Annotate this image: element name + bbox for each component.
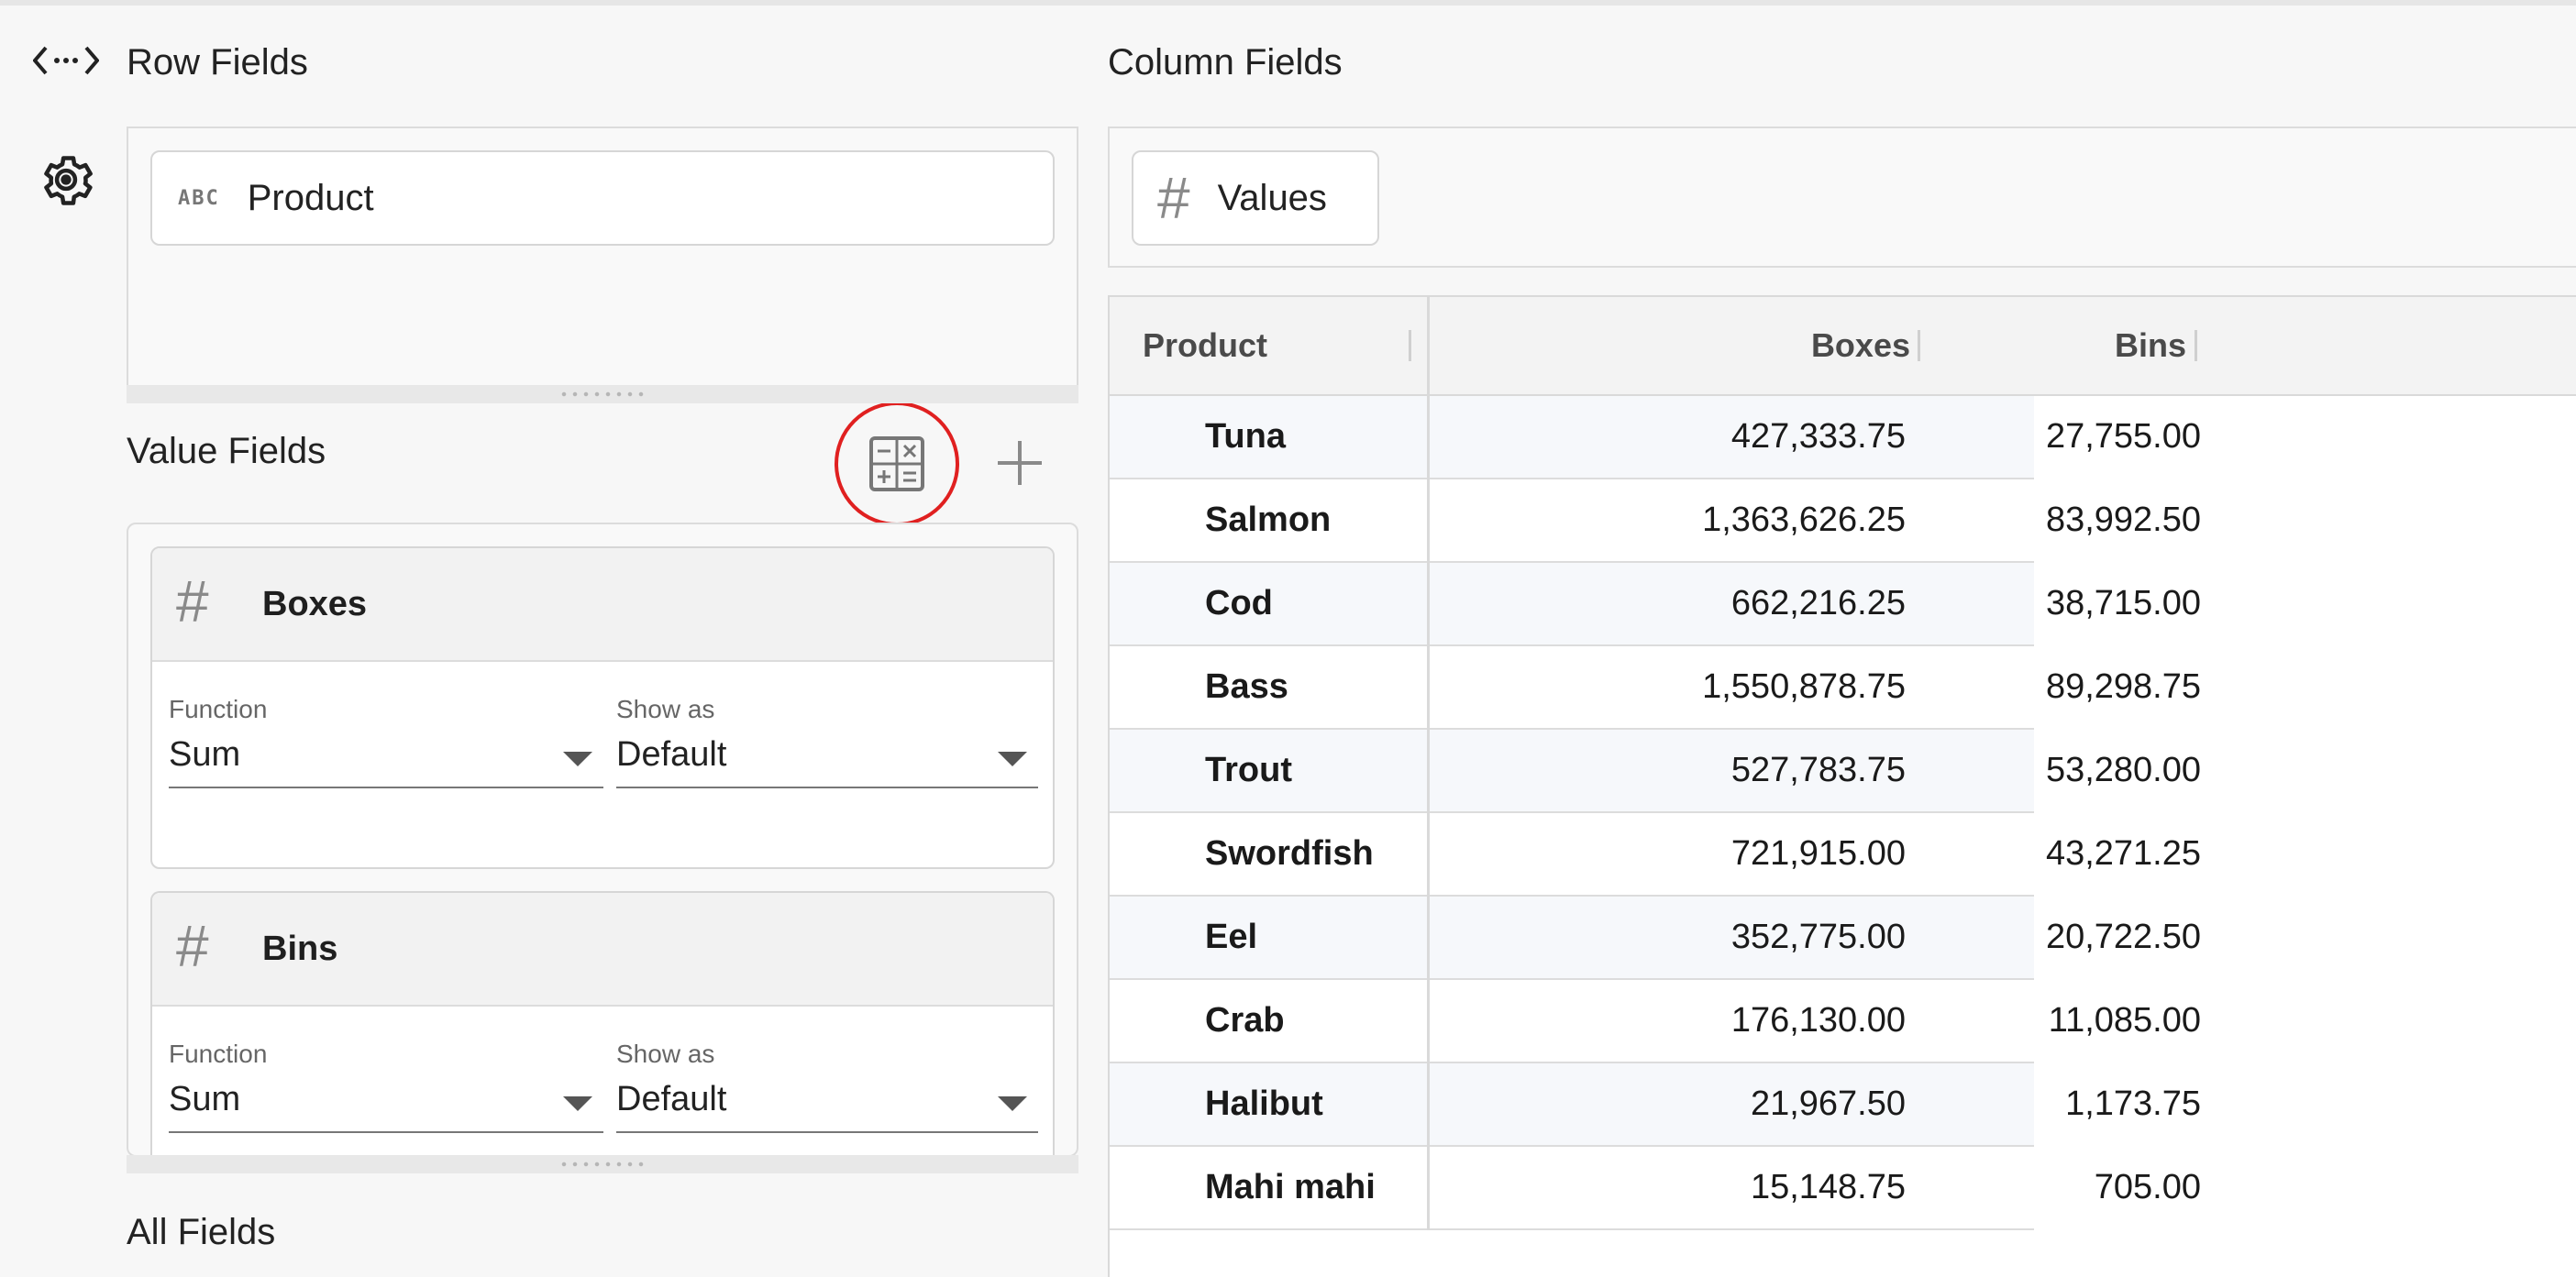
- chevron-down-icon: [563, 752, 592, 766]
- show-as-select[interactable]: Default: [616, 1073, 1038, 1133]
- table-row[interactable]: Bass 1,550,878.75 89,298.75: [1108, 646, 2201, 730]
- all-fields-title: All Fields: [127, 1212, 276, 1252]
- value-fields-title: Value Fields: [127, 431, 326, 471]
- bins-cell: 705.00: [2094, 1168, 2201, 1206]
- value-field-header: # Bins: [152, 893, 1053, 1007]
- boxes-cell: 527,783.75: [1730, 751, 1906, 789]
- function-value: Sum: [169, 735, 241, 774]
- boxes-cell: 721,915.00: [1730, 834, 1906, 873]
- number-type-icon: #: [1157, 165, 1190, 231]
- row-header-cell: Cod: [1205, 584, 1273, 622]
- value-field-card-boxes[interactable]: # Boxes Function Sum Show as Default: [150, 546, 1055, 869]
- table-row[interactable]: Tuna 427,333.75 27,755.00: [1108, 396, 2201, 479]
- show-as-select[interactable]: Default: [616, 728, 1038, 788]
- table-row[interactable]: Salmon 1,363,626.25 83,992.50: [1108, 479, 2201, 563]
- boxes-cell: 662,216.25: [1730, 584, 1906, 622]
- number-type-icon: #: [176, 568, 209, 634]
- row-fields-title: Row Fields: [127, 42, 308, 83]
- row-header-cell: Mahi mahi: [1205, 1168, 1376, 1206]
- table-row[interactable]: Mahi mahi 15,148.75 705.00: [1108, 1147, 2201, 1230]
- boxes-cell: 352,775.00: [1730, 918, 1906, 956]
- column-field-label: Values: [1217, 177, 1327, 218]
- row-header-cell: Trout: [1205, 751, 1292, 789]
- boxes-cell: 427,333.75: [1730, 417, 1906, 456]
- value-fields-dropzone[interactable]: # Boxes Function Sum Show as Default # B…: [127, 523, 1078, 1157]
- boxes-cell: 1,363,626.25: [1702, 501, 1906, 539]
- bins-cell: 53,280.00: [2045, 751, 2201, 789]
- function-select[interactable]: Sum: [169, 1073, 603, 1133]
- chevron-down-icon: [563, 1096, 592, 1111]
- top-divider: [0, 0, 2576, 6]
- bins-cell: 89,298.75: [2045, 667, 2201, 706]
- pivot-grid-header: Product Boxes Bins: [1108, 295, 2576, 396]
- bins-cell: 38,715.00: [2045, 584, 2201, 622]
- text-type-icon: ABC: [178, 186, 220, 210]
- row-header-cell: Eel: [1205, 918, 1258, 956]
- row-header-cell: Halibut: [1205, 1084, 1323, 1123]
- bins-cell: 27,755.00: [2045, 417, 2201, 456]
- row-fields-dropzone[interactable]: ABC Product: [127, 127, 1078, 389]
- show-as-value: Default: [616, 1080, 727, 1118]
- value-field-card-bins[interactable]: # Bins Function Sum Show as Default: [150, 891, 1055, 1157]
- column-header-bins[interactable]: Bins: [1933, 297, 2186, 394]
- boxes-cell: 21,967.50: [1750, 1084, 1906, 1123]
- table-row[interactable]: Cod 662,216.25 38,715.00: [1108, 563, 2201, 646]
- chevron-down-icon: [998, 1096, 1027, 1111]
- column-field-chip-values[interactable]: # Values: [1132, 150, 1379, 246]
- number-type-icon: #: [176, 913, 209, 979]
- row-header-cell: Bass: [1205, 667, 1288, 706]
- plus-icon[interactable]: [994, 435, 1045, 499]
- code-icon[interactable]: [33, 42, 99, 79]
- bins-cell: 11,085.00: [2048, 1001, 2201, 1040]
- table-row[interactable]: Crab 176,130.00 11,085.00: [1108, 980, 2201, 1063]
- table-row[interactable]: Halibut 21,967.50 1,173.75: [1108, 1063, 2201, 1147]
- row-field-label: Product: [247, 177, 374, 218]
- table-row[interactable]: Trout 527,783.75 53,280.00: [1108, 730, 2201, 813]
- column-fields-title: Column Fields: [1108, 42, 1343, 83]
- value-fields-resize-handle[interactable]: [127, 1155, 1078, 1173]
- function-value: Sum: [169, 1080, 241, 1118]
- function-select[interactable]: Sum: [169, 728, 603, 788]
- table-row[interactable]: Eel 352,775.00 20,722.50: [1108, 897, 2201, 980]
- value-field-name: Boxes: [262, 585, 368, 623]
- boxes-cell: 1,550,878.75: [1702, 667, 1906, 706]
- row-header-cell: Crab: [1205, 1001, 1285, 1040]
- bins-cell: 43,271.25: [2045, 834, 2201, 873]
- column-fields-dropzone[interactable]: # Values: [1108, 127, 2576, 268]
- table-row[interactable]: Swordfish 721,915.00 43,271.25: [1108, 813, 2201, 897]
- chevron-down-icon: [998, 752, 1027, 766]
- show-as-label: Show as: [616, 695, 715, 723]
- function-label: Function: [169, 695, 268, 723]
- boxes-cell: 15,148.75: [1750, 1168, 1906, 1206]
- function-label: Function: [169, 1040, 268, 1068]
- bins-cell: 1,173.75: [2065, 1084, 2201, 1123]
- show-as-value: Default: [616, 735, 727, 774]
- row-header-cell: Tuna: [1205, 417, 1286, 456]
- row-header-cell: Salmon: [1205, 501, 1332, 539]
- row-fields-resize-handle[interactable]: [127, 385, 1078, 403]
- row-header-divider: [1427, 295, 1430, 1230]
- value-field-header: # Boxes: [152, 548, 1053, 662]
- column-header-product[interactable]: Product: [1143, 297, 1418, 394]
- gear-icon[interactable]: [35, 149, 97, 211]
- calculator-icon[interactable]: [833, 402, 961, 536]
- grid-left-border: [1108, 295, 1110, 1277]
- value-field-name: Bins: [262, 930, 338, 968]
- bins-cell: 83,992.50: [2045, 501, 2201, 539]
- bins-cell: 20,722.50: [2045, 918, 2201, 956]
- row-header-cell: Swordfish: [1205, 834, 1374, 873]
- boxes-cell: 176,130.00: [1730, 1001, 1906, 1040]
- show-as-label: Show as: [616, 1040, 715, 1068]
- column-header-boxes[interactable]: Boxes: [1429, 297, 1910, 394]
- row-field-chip-product[interactable]: ABC Product: [150, 150, 1055, 246]
